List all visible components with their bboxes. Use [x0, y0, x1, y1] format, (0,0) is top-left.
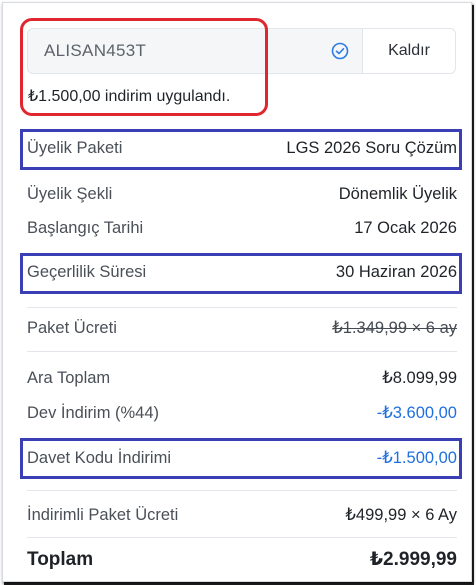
membership-type-value: Dönemlik Üyelik [338, 185, 457, 203]
remove-coupon-button[interactable]: Kaldır [363, 28, 456, 74]
package-price-row: Paket Ücreti ₺1.349,99 × 6 ay [27, 318, 457, 338]
discounted-price-row: İndirimli Paket Ücreti ₺499,99 × 6 Ay [27, 505, 457, 525]
membership-type-row: Üyelik Şekli Dönemlik Üyelik [27, 185, 457, 204]
divider [27, 490, 457, 491]
discounted-price-label: İndirimli Paket Ücreti [27, 505, 179, 524]
big-discount-label: Dev İndirim (%44) [27, 403, 160, 422]
membership-type-label: Üyelik Şekli [27, 185, 113, 203]
divider [27, 537, 457, 538]
subtotal-value: ₺8.099,99 [382, 369, 457, 387]
order-summary-card: ALISAN453T Kaldır ₺1.500,00 indirim uygu… [2, 2, 472, 582]
discounted-price-value: ₺499,99 × 6 Ay [345, 506, 457, 524]
divider [27, 307, 457, 308]
subtotal-row: Ara Toplam ₺8.099,99 [27, 368, 457, 388]
package-price-value: ₺1.349,99 × 6 ay [332, 319, 457, 337]
total-label: Toplam [27, 548, 94, 570]
big-discount-value: -₺3.600,00 [376, 404, 457, 422]
total-row: Toplam ₺2.999,99 [27, 548, 457, 571]
coupon-highlight-box [20, 18, 268, 116]
check-circle-icon [330, 41, 350, 61]
divider [27, 351, 457, 352]
start-date-row: Başlangıç Tarihi 17 Ocak 2026 [27, 219, 457, 238]
big-discount-row: Dev İndirim (%44) -₺3.600,00 [27, 403, 457, 423]
package-highlight-box [20, 129, 462, 170]
package-price-label: Paket Ücreti [27, 318, 117, 337]
validity-highlight-box [20, 253, 462, 294]
total-value: ₺2.999,99 [369, 549, 457, 570]
subtotal-label: Ara Toplam [27, 368, 111, 387]
start-date-label: Başlangıç Tarihi [27, 219, 144, 237]
start-date-value: 17 Ocak 2026 [354, 219, 457, 237]
invite-discount-highlight-box [20, 438, 462, 479]
